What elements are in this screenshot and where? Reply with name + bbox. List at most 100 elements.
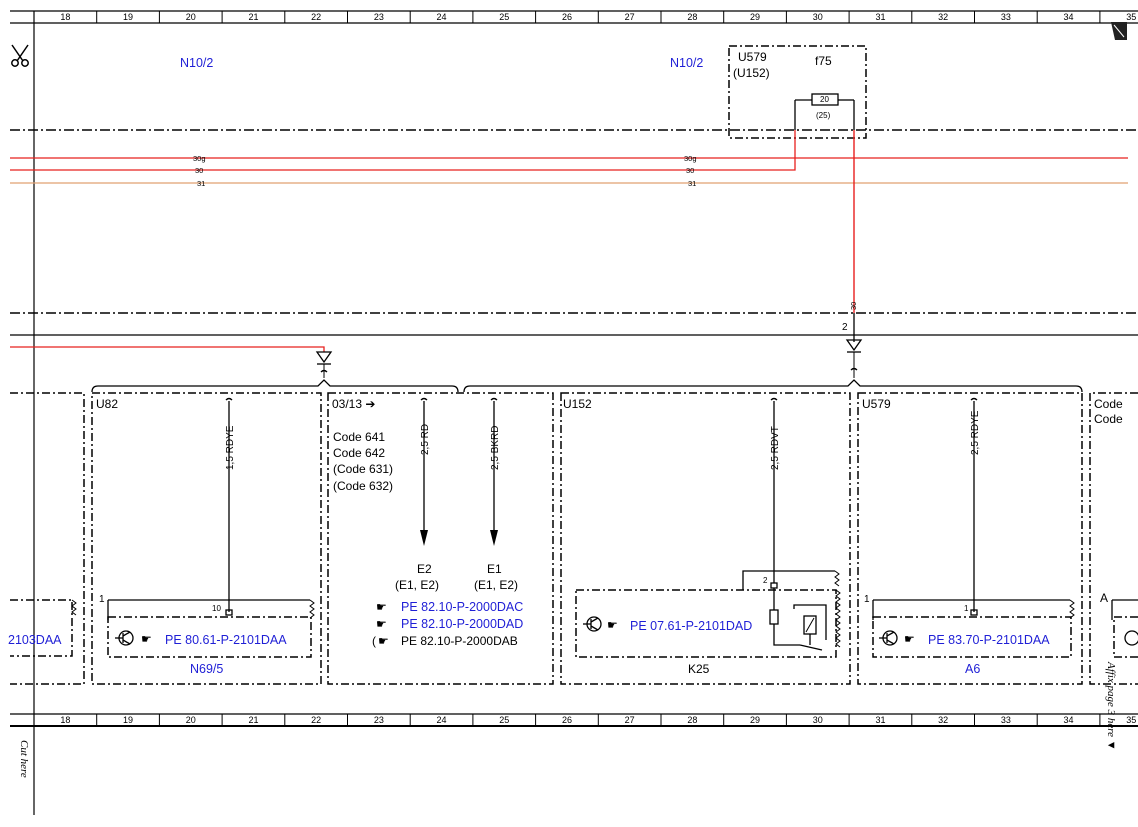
n10-label-left: N10/2 <box>180 56 213 70</box>
wire-rdvt-label: 2,5 RDVT <box>770 426 781 470</box>
ruler-column-number: 31 <box>875 715 885 725</box>
ref-left-partial[interactable]: 2103DAA <box>8 633 62 647</box>
code-line-3: (Code 631) <box>333 462 393 476</box>
module-box-right-partial: Code Code <box>1089 392 1138 685</box>
ref-pe-83[interactable]: PE 83.70-P-2101DAA <box>928 633 1050 647</box>
bottom-ruler: 18 19 20 21 22 23 24 25 26 27 28 29 30 31 32 33 34 35 <box>10 713 1138 727</box>
fuse-sub: (25) <box>816 111 831 120</box>
fuse-name: f75 <box>815 54 832 68</box>
wire-rd-label: 2,5 RD <box>420 424 431 455</box>
module-u579-label: U579 <box>862 397 891 411</box>
brace-right <box>463 379 1083 393</box>
fuse-box-u579: U579 <box>738 50 767 64</box>
wire-31-label-b: 31 <box>688 179 696 188</box>
transistor-icon <box>1124 630 1138 646</box>
component-left-partial: 2103DAA <box>8 599 77 657</box>
component-k25-label: K25 <box>688 662 710 676</box>
ruler-column-number: 28 <box>687 12 697 22</box>
wire-30g: 30g 30g <box>10 154 1128 163</box>
pointer-hand-icon: ☛ <box>378 634 389 648</box>
ruler-column-number: 18 <box>60 715 70 725</box>
code-line-1: Code 641 <box>333 430 385 444</box>
ref-row-dab[interactable]: ( ☛ PE 82.10-P-2000DAB <box>372 634 518 648</box>
pin-1-left: 1 <box>99 594 105 605</box>
module-box-u152: U152 <box>560 392 851 685</box>
wire-30: 30 30 <box>10 130 796 175</box>
ruler-column-number: 21 <box>248 12 258 22</box>
ruler-column-number: 24 <box>437 12 447 22</box>
right-code-2: Code <box>1094 412 1123 426</box>
fuse-value: 20 <box>820 95 829 104</box>
ruler-column-number: 35 <box>1126 12 1136 22</box>
ruler-column-number: 20 <box>186 715 196 725</box>
ruler-column-number: 24 <box>437 715 447 725</box>
ruler-column-number: 22 <box>311 715 321 725</box>
ruler-column-number: 18 <box>60 12 70 22</box>
module-code-header: 03/13 ➔ <box>332 397 375 411</box>
ref-pe-82-dac[interactable]: PE 82.10-P-2000DAC <box>401 600 523 614</box>
top-ruler: 18 19 20 21 22 23 24 25 26 27 28 29 30 31 32 33 34 35 <box>10 10 1138 24</box>
ruler-column-number: 31 <box>875 12 885 22</box>
transistor-icon <box>583 616 602 632</box>
module-u82-label: U82 <box>96 397 118 411</box>
wire-bkrd-label: 2,5 BKRD <box>490 426 501 470</box>
wire-vertical-30-label: 30 <box>849 302 858 310</box>
ruler-column-number: 27 <box>625 715 635 725</box>
ruler-column-number: 19 <box>123 12 133 22</box>
cut-here-label: Cut here <box>18 740 30 778</box>
wire-rdye-2-label: 2,5 RDYE <box>970 410 981 455</box>
ref-row-dad[interactable]: ☛ PE 82.10-P-2000DAD <box>376 617 523 631</box>
wire-rdye-1: 1,5 RDYE <box>225 397 236 612</box>
ruler-column-number: 35 <box>1126 715 1136 725</box>
component-n69: 1 10 ☛ PE 80.61-P-2101DAA N69/5 <box>99 594 315 676</box>
pin-10: 10 <box>212 604 221 613</box>
connector-symbol-left <box>315 351 333 378</box>
brace-left <box>91 379 459 393</box>
ref-pe-82-dab[interactable]: PE 82.10-P-2000DAB <box>401 634 518 648</box>
resistor-icon <box>769 609 779 625</box>
pointer-hand-icon: ☛ <box>904 632 915 646</box>
page-corner-icon <box>1111 22 1127 40</box>
wire-rdye-1-label: 1,5 RDYE <box>225 425 236 470</box>
right-a-label: A <box>1100 591 1108 605</box>
connector-symbol-right <box>845 339 863 378</box>
ruler-column-number: 28 <box>687 715 697 725</box>
ruler-column-number: 32 <box>938 12 948 22</box>
pin-2-k25: 2 <box>763 576 768 585</box>
component-n69-label: N69/5 <box>190 662 223 676</box>
ground-e2: E2 <box>417 562 432 576</box>
ruler-column-number: 19 <box>123 715 133 725</box>
pin-1-a6-conn: 1 <box>964 604 969 613</box>
ref-pe-82-dad[interactable]: PE 82.10-P-2000DAD <box>401 617 523 631</box>
pointer-hand-icon: ☛ <box>141 632 152 646</box>
wire-30g-label-b: 30g <box>684 154 697 163</box>
wire-30g-label-a: 30g <box>193 154 206 163</box>
component-a6-label: A6 <box>965 662 980 676</box>
pointer-hand-icon: ☛ <box>376 600 387 614</box>
wire-bkrd: 2,5 BKRD <box>490 397 501 546</box>
ruler-column-number: 23 <box>374 12 384 22</box>
ruler-column-number: 25 <box>499 715 509 725</box>
pointer-hand-icon: ☛ <box>376 617 387 631</box>
pin-2: 2 <box>842 322 848 333</box>
ruler-column-number: 26 <box>562 12 572 22</box>
ruler-column-number: 21 <box>248 715 258 725</box>
ruler-column-number: 34 <box>1064 12 1074 22</box>
ruler-column-number: 33 <box>1001 715 1011 725</box>
ref-pe-80[interactable]: PE 80.61-P-2101DAA <box>165 633 287 647</box>
component-k25: 2 ☛ PE 07.61-P-2101DAD K25 <box>575 570 841 676</box>
wiring-diagram: 18 19 20 21 22 23 24 25 26 27 28 29 30 31 32 33 34 35 18 1… <box>8 10 1138 815</box>
ref-row-dac[interactable]: ☛ PE 82.10-P-2000DAC <box>376 600 523 614</box>
component-right-partial: A <box>1100 591 1138 658</box>
n10-label-right: N10/2 <box>670 56 703 70</box>
fuse-box: U579 (U152) f75 20 (25) <box>728 45 867 139</box>
ruler-column-number: 34 <box>1064 715 1074 725</box>
ref-pe-07[interactable]: PE 07.61-P-2101DAD <box>630 619 752 633</box>
ruler-column-number: 22 <box>311 12 321 22</box>
transistor-icon <box>879 630 898 646</box>
ruler-column-number: 30 <box>813 12 823 22</box>
paren-open: ( <box>372 634 376 648</box>
ground-e1: E1 <box>487 562 502 576</box>
wire-30-label-b: 30 <box>686 166 694 175</box>
wire-31: 31 31 <box>10 179 1128 188</box>
